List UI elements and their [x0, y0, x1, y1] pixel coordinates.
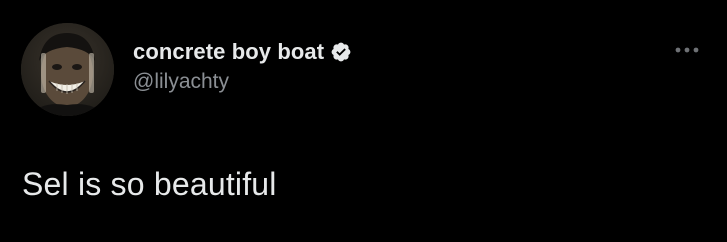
name-row: concrete boy boat	[133, 38, 352, 66]
avatar-image	[21, 23, 114, 116]
tweet: concrete boy boat @lilyachty Sel is so b…	[0, 0, 727, 242]
author-handle[interactable]: @lilyachty	[133, 70, 352, 94]
avatar[interactable]	[21, 23, 114, 116]
verified-badge-icon	[330, 41, 352, 63]
more-button[interactable]	[670, 40, 704, 60]
tweet-header: concrete boy boat @lilyachty	[133, 38, 352, 94]
more-horizontal-icon	[675, 47, 699, 53]
tweet-text: Sel is so beautiful	[22, 166, 277, 202]
display-name[interactable]: concrete boy boat	[133, 39, 324, 65]
